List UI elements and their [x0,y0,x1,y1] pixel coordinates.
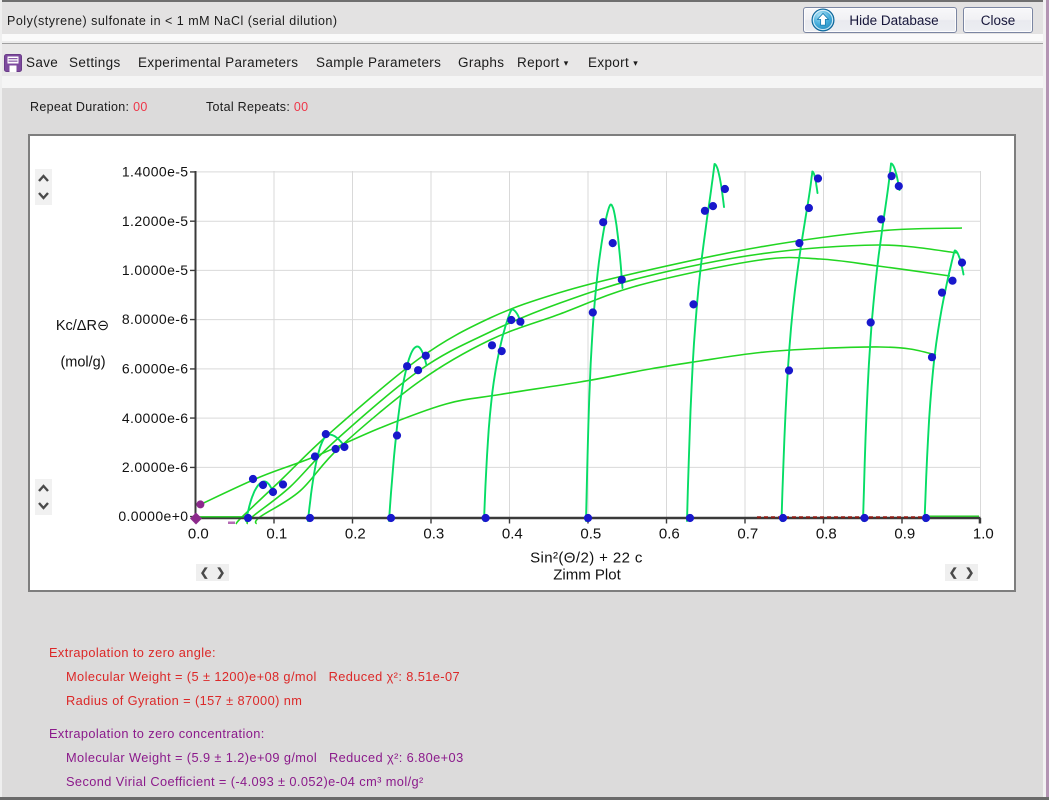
svg-text:1.0: 1.0 [973,526,994,543]
svg-text:8.0000e-6: 8.0000e-6 [122,311,189,327]
svg-text:Kc/ΔR⊖: Kc/ΔR⊖ [56,318,109,334]
svg-text:6.0000e-6: 6.0000e-6 [122,361,189,377]
svg-text:0.5: 0.5 [580,526,601,543]
svg-text:Zimm Plot: Zimm Plot [553,567,621,584]
svg-text:0.1: 0.1 [266,526,287,543]
svg-text:2.0000e-6: 2.0000e-6 [122,459,189,475]
svg-text:Sin²(Θ/2) + 22 c: Sin²(Θ/2) + 22 c [530,550,643,567]
svg-text:1.0000e-5: 1.0000e-5 [122,262,189,278]
svg-text:1.2000e-5: 1.2000e-5 [122,213,189,229]
svg-text:0.3: 0.3 [423,526,444,543]
svg-text:0.4: 0.4 [502,526,523,543]
svg-text:0.9: 0.9 [894,526,915,543]
svg-text:0.6: 0.6 [659,526,680,543]
svg-text:4.0000e-6: 4.0000e-6 [122,410,189,426]
svg-text:0.0000e+0: 0.0000e+0 [118,508,188,524]
svg-text:1.4000e-5: 1.4000e-5 [122,164,189,180]
svg-text:0.2: 0.2 [345,526,366,543]
svg-text:(mol/g): (mol/g) [60,355,105,371]
svg-text:0.7: 0.7 [737,526,758,543]
svg-text:0.8: 0.8 [816,526,837,543]
svg-text:0.0: 0.0 [188,526,209,543]
